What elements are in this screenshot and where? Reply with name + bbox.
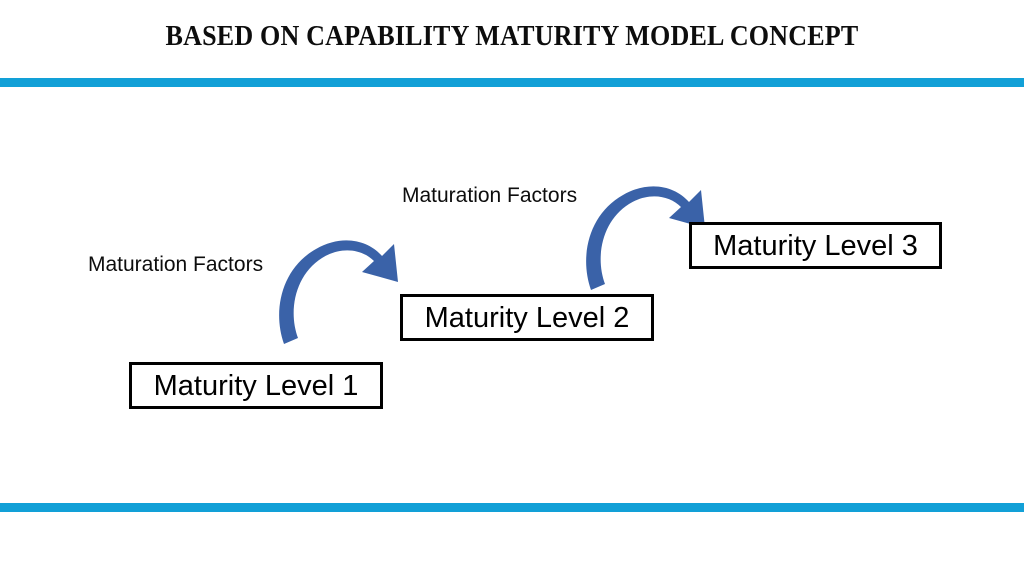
top-divider-bar [0, 78, 1024, 87]
arrow-level1-to-level2-icon [279, 240, 398, 344]
maturity-level-2-box: Maturity Level 2 [400, 294, 654, 341]
maturity-level-3-box: Maturity Level 3 [689, 222, 942, 269]
bottom-divider-bar [0, 503, 1024, 512]
page-title: BASED ON CAPABILITY MATURITY MODEL CONCE… [165, 21, 859, 52]
maturity-level-1-label: Maturity Level 1 [153, 369, 359, 402]
maturity-level-3-label: Maturity Level 3 [713, 229, 918, 262]
maturation-factors-label-1: Maturation Factors [88, 253, 264, 276]
slide-canvas: BASED ON CAPABILITY MATURITY MODEL CONCE… [0, 0, 1024, 576]
maturity-level-2-label: Maturity Level 2 [424, 301, 630, 334]
maturation-factors-label-2: Maturation Factors [402, 184, 578, 207]
maturity-level-1-box: Maturity Level 1 [129, 362, 383, 409]
